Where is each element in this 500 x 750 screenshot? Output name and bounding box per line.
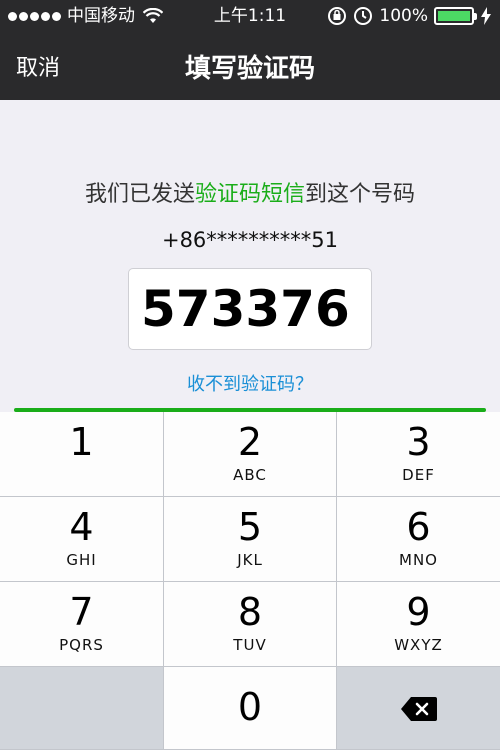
key-4[interactable]: 4 GHI bbox=[0, 497, 163, 581]
key-digit: 9 bbox=[406, 590, 431, 634]
key-letters: WXYZ bbox=[394, 636, 443, 654]
rotation-lock-icon bbox=[328, 7, 347, 25]
key-digit: 0 bbox=[237, 685, 263, 729]
battery-icon bbox=[434, 7, 477, 25]
alarm-icon bbox=[354, 7, 373, 25]
verification-content: 我们已发送验证码短信到这个号码 +86**********51 573376 收… bbox=[0, 100, 500, 410]
key-letters: MNO bbox=[399, 551, 438, 569]
key-letters: JKL bbox=[237, 551, 263, 569]
key-8[interactable]: 8 TUV bbox=[164, 582, 336, 666]
key-letters: ABC bbox=[233, 466, 267, 484]
key-letters: TUV bbox=[233, 636, 267, 654]
key-0[interactable]: 0 bbox=[164, 667, 336, 749]
nav-bar: 取消 填写验证码 bbox=[0, 32, 500, 100]
verification-code-input[interactable]: 573376 bbox=[128, 268, 372, 350]
key-digit: 2 bbox=[237, 420, 263, 464]
masked-phone-number: +86**********51 bbox=[161, 228, 339, 252]
key-5[interactable]: 5 JKL bbox=[164, 497, 336, 581]
backspace-icon bbox=[401, 697, 437, 721]
key-6[interactable]: 6 MNO bbox=[337, 497, 500, 581]
numeric-keypad: 1 2 ABC 3 DEF 4 GHI 5 JKL 6 MNO 7 PQRS 8… bbox=[0, 412, 500, 750]
key-digit: 1 bbox=[69, 420, 94, 464]
sent-prompt: 我们已发送验证码短信到这个号码 bbox=[0, 176, 500, 208]
battery-percent: 100% bbox=[379, 6, 428, 26]
key-letters: GHI bbox=[66, 551, 97, 569]
prompt-text-after: 到这个号码 bbox=[305, 182, 416, 207]
key-9[interactable]: 9 WXYZ bbox=[337, 582, 500, 666]
delete-button[interactable] bbox=[337, 667, 500, 749]
prompt-text-before: 我们已发送 bbox=[84, 182, 195, 207]
page-title: 填写验证码 bbox=[184, 54, 315, 84]
key-letters: DEF bbox=[402, 466, 435, 484]
cancel-button[interactable]: 取消 bbox=[16, 50, 60, 82]
key-blank bbox=[0, 667, 163, 749]
charging-bolt-icon bbox=[481, 7, 491, 25]
key-2[interactable]: 2 ABC bbox=[164, 412, 336, 496]
key-digit: 4 bbox=[69, 505, 94, 549]
key-digit: 3 bbox=[406, 420, 431, 464]
key-7[interactable]: 7 PQRS bbox=[0, 582, 163, 666]
key-digit: 7 bbox=[69, 590, 94, 634]
key-letters: PQRS bbox=[59, 636, 104, 654]
prompt-highlight: 验证码短信 bbox=[194, 182, 305, 207]
key-digit: 8 bbox=[237, 590, 263, 634]
status-right: 100% bbox=[327, 0, 492, 32]
key-3[interactable]: 3 DEF bbox=[337, 412, 500, 496]
resend-code-link[interactable]: 收不到验证码？ bbox=[0, 370, 500, 396]
key-digit: 6 bbox=[406, 505, 431, 549]
status-bar: 中国移动 上午1:11 100% bbox=[0, 0, 500, 32]
key-digit: 5 bbox=[237, 505, 263, 549]
key-1[interactable]: 1 bbox=[0, 412, 163, 496]
